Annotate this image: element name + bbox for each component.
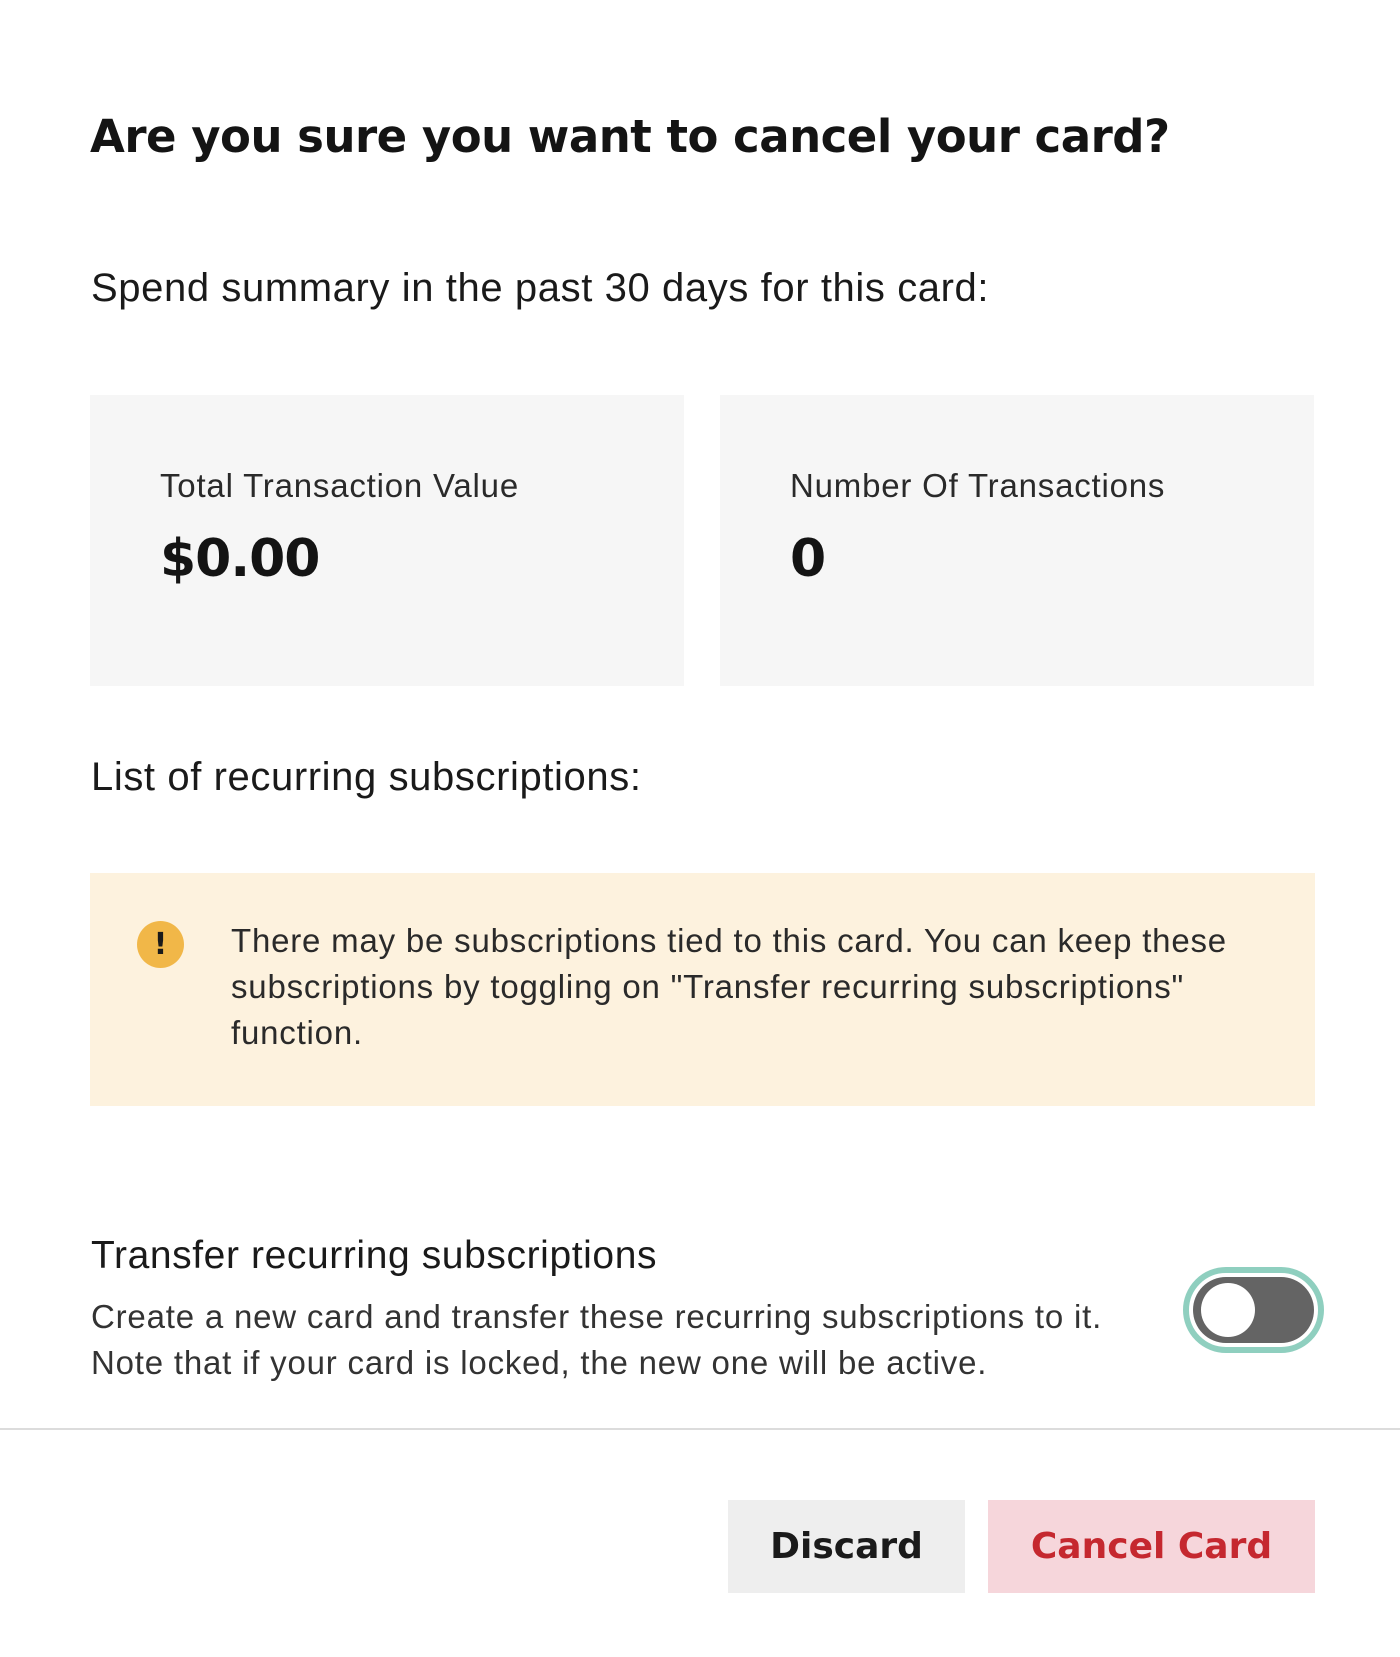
stat-value: 0: [790, 529, 826, 589]
notice-text: There may be subscriptions tied to this …: [231, 922, 1227, 1051]
number-of-transactions-card: Number Of Transactions 0: [720, 395, 1314, 686]
subscriptions-warning-notice: ! There may be subscriptions tied to thi…: [90, 873, 1315, 1106]
toggle-track: [1193, 1277, 1314, 1343]
discard-button[interactable]: Discard: [728, 1500, 965, 1593]
footer-divider: [0, 1428, 1400, 1430]
transfer-subscriptions-title: Transfer recurring subscriptions: [91, 1234, 658, 1277]
total-transaction-value-card: Total Transaction Value $0.00: [90, 395, 684, 686]
transfer-subscriptions-toggle[interactable]: [1183, 1267, 1324, 1353]
cancel-card-button[interactable]: Cancel Card: [988, 1500, 1315, 1593]
stat-label: Total Transaction Value: [160, 467, 519, 504]
stat-label: Number Of Transactions: [790, 467, 1166, 504]
spend-summary-label: Spend summary in the past 30 days for th…: [91, 266, 990, 310]
toggle-knob: [1201, 1283, 1255, 1337]
stat-value: $0.00: [160, 529, 320, 589]
exclamation-icon: !: [137, 921, 184, 968]
cancel-card-dialog: Are you sure you want to cancel your car…: [0, 0, 1400, 1657]
transfer-subscriptions-description: Create a new card and transfer these rec…: [91, 1298, 1103, 1381]
subscriptions-list-label: List of recurring subscriptions:: [91, 755, 642, 799]
dialog-title: Are you sure you want to cancel your car…: [90, 110, 1170, 163]
